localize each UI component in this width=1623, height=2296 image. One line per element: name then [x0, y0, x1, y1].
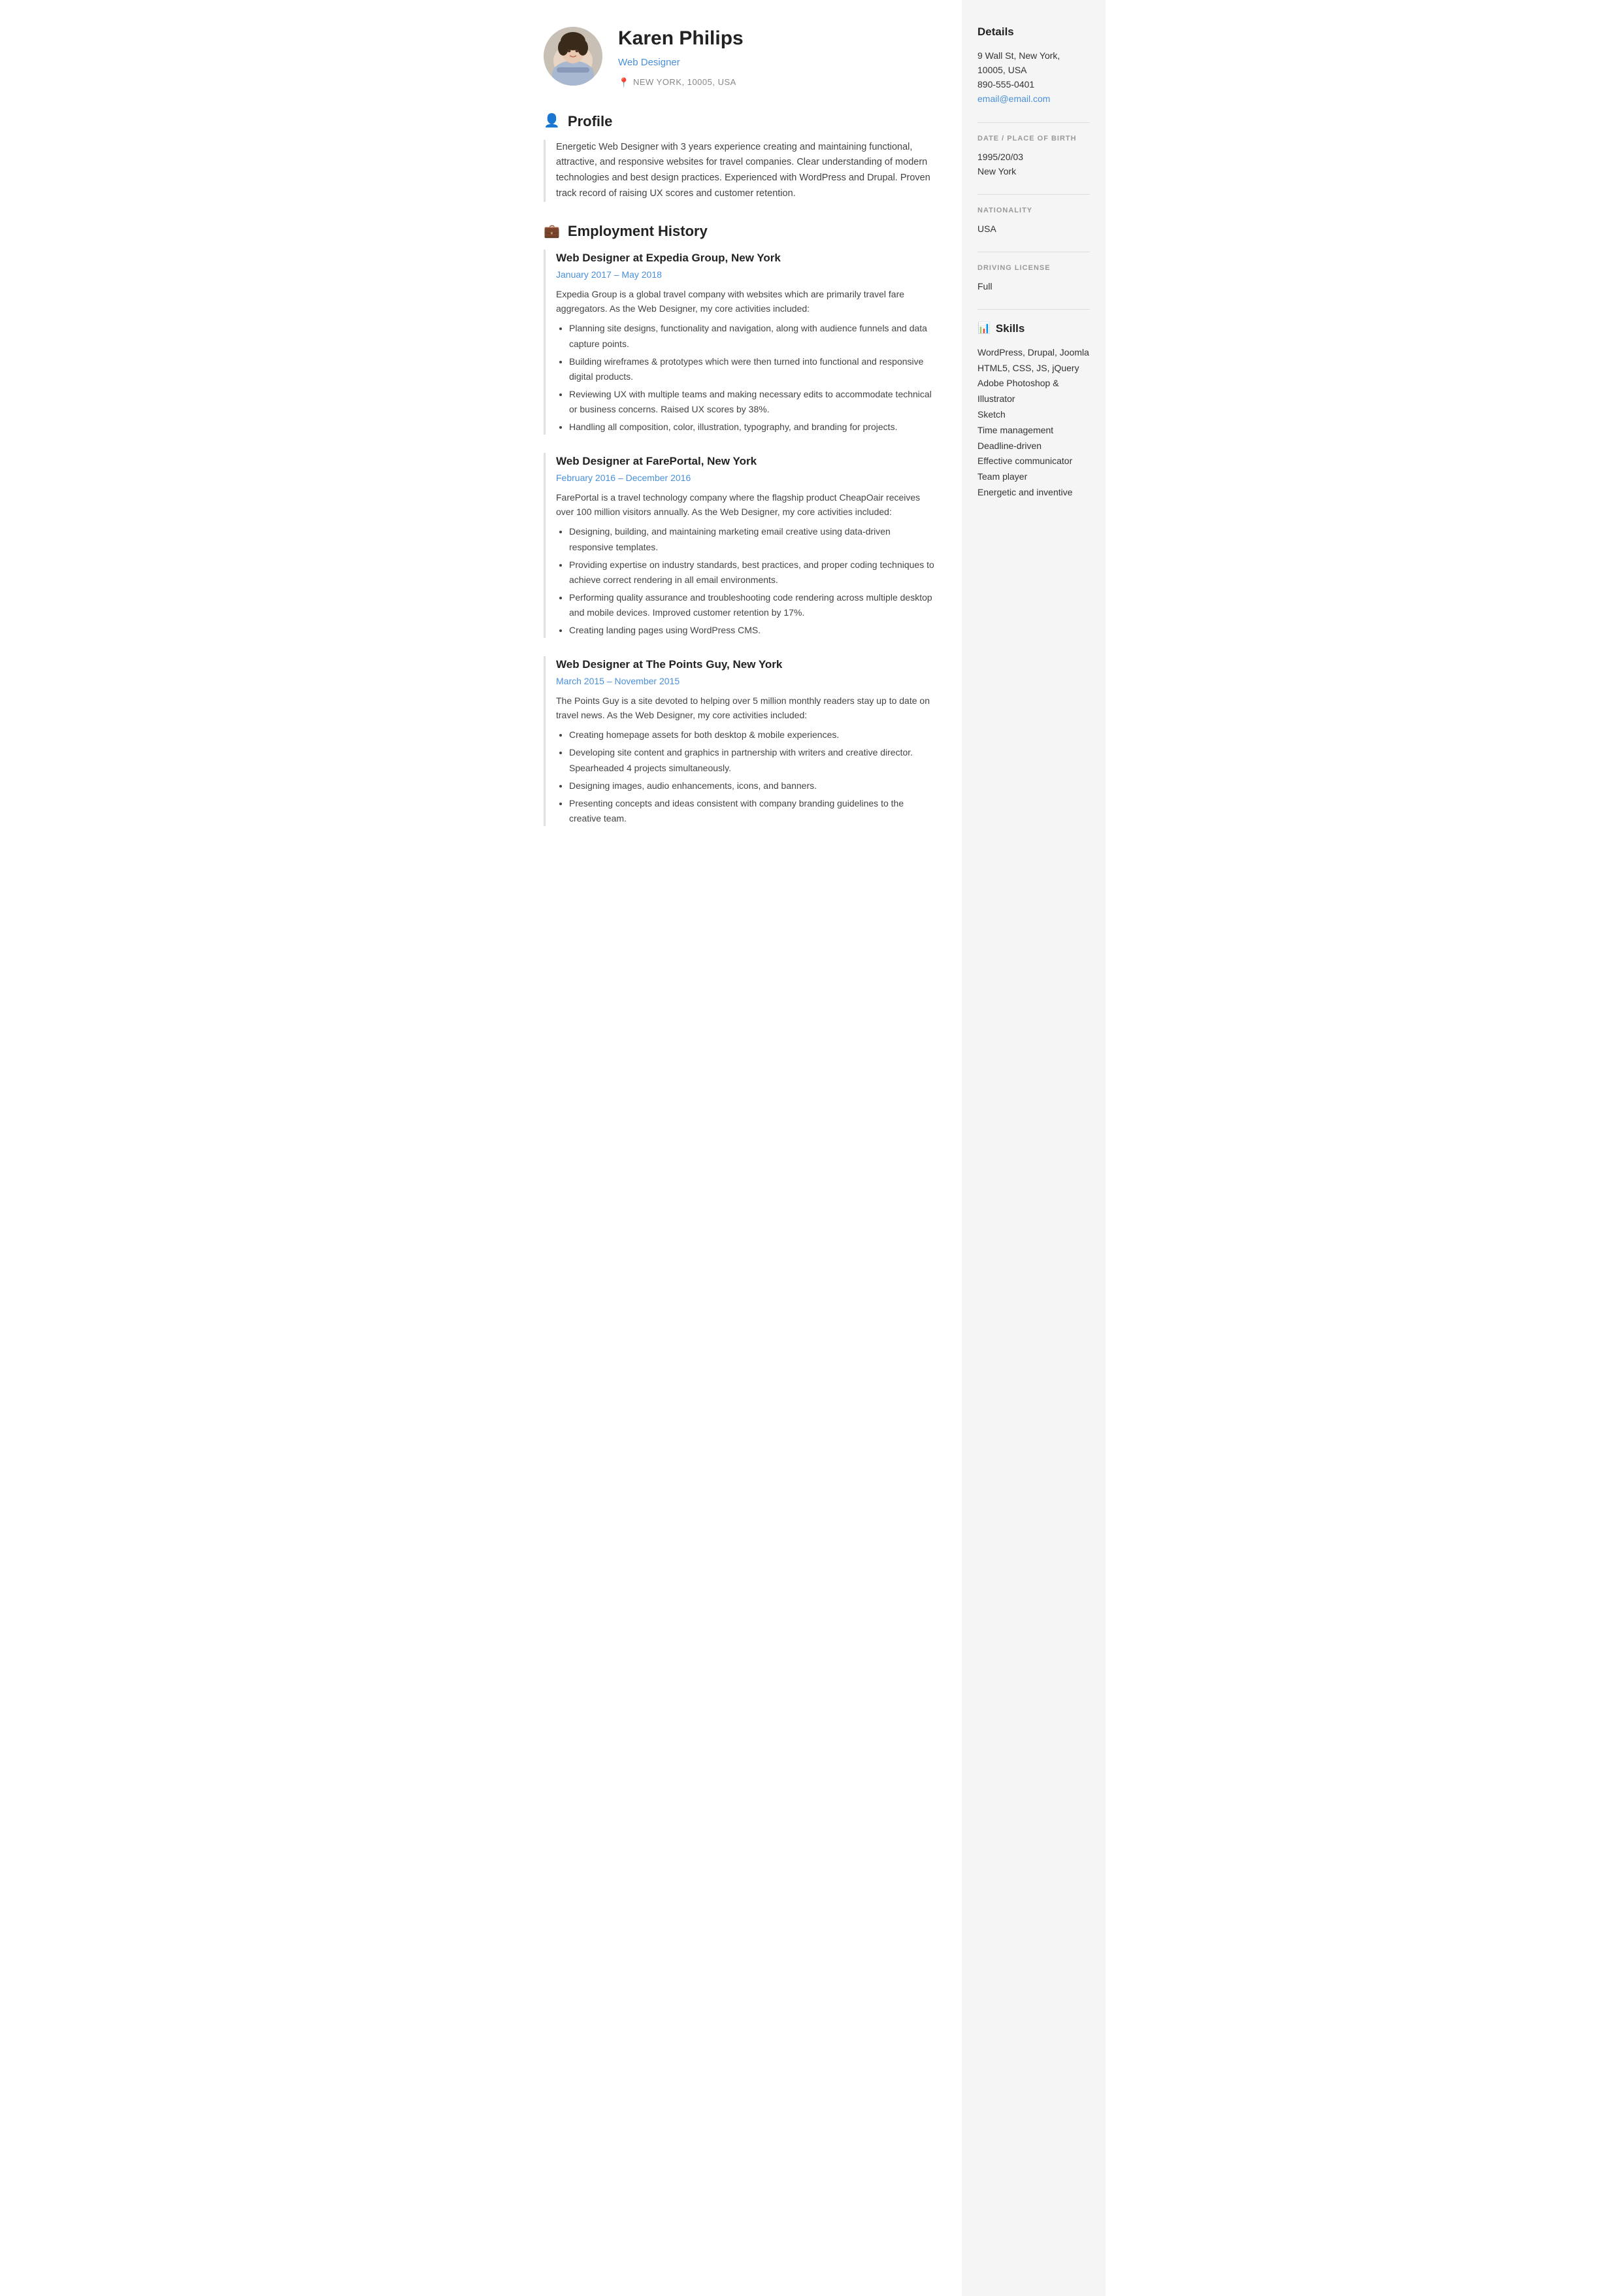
divider-1 — [977, 122, 1090, 123]
bullet-item: Designing, building, and maintaining mar… — [569, 524, 936, 554]
nationality: USA — [977, 222, 1090, 236]
job-item: Web Designer at The Points Guy, New York… — [544, 656, 936, 826]
employment-section: 💼 Employment History Web Designer at Exp… — [544, 220, 936, 826]
license-section: DRIVING LICENSE Full — [977, 263, 1090, 293]
bullet-item: Building wireframes & prototypes which w… — [569, 354, 936, 384]
nationality-section: NATIONALITY USA — [977, 205, 1090, 236]
details-section: Details 9 Wall St, New York, 10005, USA … — [977, 24, 1090, 107]
nationality-label: NATIONALITY — [977, 205, 1090, 216]
license: Full — [977, 279, 1090, 293]
header: Karen Philips Web Designer 📍 NEW YORK, 1… — [544, 24, 936, 90]
bullet-item: Presenting concepts and ideas consistent… — [569, 796, 936, 826]
birth-place: New York — [977, 164, 1090, 178]
job-description: FarePortal is a travel technology compan… — [556, 490, 936, 520]
bullet-item: Planning site designs, functionality and… — [569, 321, 936, 351]
skill-item: Deadline-driven — [977, 439, 1090, 454]
birth-label: DATE / PLACE OF BIRTH — [977, 133, 1090, 144]
skill-item: Effective communicator — [977, 454, 1090, 469]
job-bullets: Designing, building, and maintaining mar… — [556, 524, 936, 638]
job-dates: February 2016 – December 2016 — [556, 471, 936, 485]
profile-title: 👤 Profile — [544, 110, 936, 132]
profile-section: 👤 Profile Energetic Web Designer with 3 … — [544, 110, 936, 203]
job-dates: January 2017 – May 2018 — [556, 268, 936, 282]
skill-item: Adobe Photoshop & Illustrator — [977, 376, 1090, 407]
jobs-container: Web Designer at Expedia Group, New YorkJ… — [544, 250, 936, 826]
bullet-item: Creating landing pages using WordPress C… — [569, 623, 936, 638]
skill-item: Team player — [977, 469, 1090, 485]
candidate-location: 📍 NEW YORK, 10005, USA — [618, 76, 744, 90]
skills-title: 📊 Skills — [977, 320, 1090, 337]
skills-icon: 📊 — [977, 321, 991, 337]
header-info: Karen Philips Web Designer 📍 NEW YORK, 1… — [618, 24, 744, 90]
bullet-item: Developing site content and graphics in … — [569, 745, 936, 775]
location-icon: 📍 — [618, 76, 630, 90]
job-bullets: Planning site designs, functionality and… — [556, 321, 936, 435]
job-title-text: Web Designer at The Points Guy, New York — [556, 656, 936, 673]
job-item: Web Designer at Expedia Group, New YorkJ… — [544, 250, 936, 435]
phone: 890-555-0401 — [977, 77, 1090, 92]
employment-icon: 💼 — [544, 222, 560, 241]
job-description: The Points Guy is a site devoted to help… — [556, 693, 936, 723]
main-content: Karen Philips Web Designer 📍 NEW YORK, 1… — [517, 0, 962, 2296]
candidate-name: Karen Philips — [618, 24, 744, 53]
job-description: Expedia Group is a global travel company… — [556, 287, 936, 316]
birth-section: DATE / PLACE OF BIRTH 1995/20/03 New Yor… — [977, 133, 1090, 178]
birth-date: 1995/20/03 — [977, 150, 1090, 164]
job-bullets: Creating homepage assets for both deskto… — [556, 727, 936, 826]
bullet-item: Handling all composition, color, illustr… — [569, 420, 936, 435]
bullet-item: Designing images, audio enhancements, ic… — [569, 778, 936, 793]
divider-2 — [977, 194, 1090, 195]
details-title: Details — [977, 24, 1090, 41]
job-title-text: Web Designer at Expedia Group, New York — [556, 250, 936, 267]
bullet-item: Creating homepage assets for both deskto… — [569, 727, 936, 742]
candidate-title: Web Designer — [618, 56, 744, 71]
bullet-item: Performing quality assurance and trouble… — [569, 590, 936, 620]
skill-item: Sketch — [977, 407, 1090, 423]
skills-section: 📊 Skills WordPress, Drupal, JoomlaHTML5,… — [977, 320, 1090, 500]
job-dates: March 2015 – November 2015 — [556, 674, 936, 688]
bullet-item: Providing expertise on industry standard… — [569, 557, 936, 588]
skill-item: HTML5, CSS, JS, jQuery — [977, 361, 1090, 376]
divider-4 — [977, 309, 1090, 310]
employment-title: 💼 Employment History — [544, 220, 936, 242]
address: 9 Wall St, New York, 10005, USA — [977, 48, 1090, 78]
skills-container: WordPress, Drupal, JoomlaHTML5, CSS, JS,… — [977, 345, 1090, 501]
profile-text: Energetic Web Designer with 3 years expe… — [544, 140, 936, 203]
avatar — [544, 27, 602, 86]
email-link[interactable]: email@email.com — [977, 93, 1050, 104]
resume-page: Karen Philips Web Designer 📍 NEW YORK, 1… — [517, 0, 1106, 2296]
skill-item: WordPress, Drupal, Joomla — [977, 345, 1090, 361]
bullet-item: Reviewing UX with multiple teams and mak… — [569, 387, 936, 417]
sidebar: Details 9 Wall St, New York, 10005, USA … — [962, 0, 1106, 2296]
license-label: DRIVING LICENSE — [977, 263, 1090, 274]
job-item: Web Designer at FarePortal, New YorkFebr… — [544, 453, 936, 638]
skill-item: Time management — [977, 423, 1090, 439]
skill-item: Energetic and inventive — [977, 485, 1090, 501]
profile-icon: 👤 — [544, 111, 560, 131]
job-title-text: Web Designer at FarePortal, New York — [556, 453, 936, 470]
